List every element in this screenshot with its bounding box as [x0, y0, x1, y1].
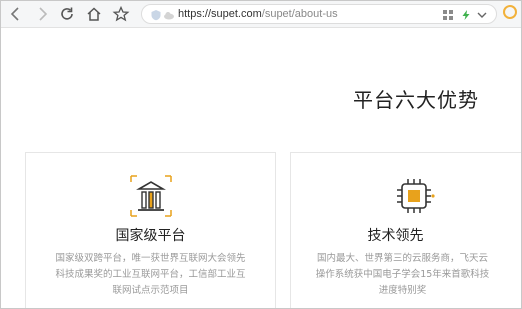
reload-icon[interactable]	[58, 5, 76, 23]
address-bar[interactable]: https://supet.com/supet/about-us	[141, 4, 497, 24]
star-icon[interactable]	[112, 5, 130, 23]
chip-icon	[391, 173, 437, 219]
card-tech-leading: 技术领先 国内最大、世界第三的云服务商，飞天云操作系统获中国电子学会15年来首歌…	[290, 152, 521, 308]
section-title: 平台六大优势	[353, 88, 479, 112]
card-title: 国家级平台	[115, 228, 186, 244]
bank-building-icon	[128, 173, 174, 219]
card-description: 国家级双跨平台，唯一获世界互联网大会领先科技成果奖的工业互联网平台，工信部工业互…	[55, 253, 246, 296]
lightning-icon[interactable]	[460, 9, 472, 21]
back-arrow-icon[interactable]	[7, 5, 25, 23]
extension-icon[interactable]	[503, 5, 517, 19]
grid-icon[interactable]	[442, 9, 454, 21]
browser-toolbar: https://supet.com/supet/about-us	[1, 1, 521, 28]
forward-arrow-icon[interactable]	[33, 5, 51, 23]
shield-icon	[150, 9, 162, 21]
about-us-page: 平台六大优势 国家级平台 国家级双跨平台，唯一获世界互联网大会领先科技成果奖的工…	[1, 28, 521, 308]
url-text[interactable]: https://supet.com/supet/about-us	[178, 7, 338, 21]
card-title: 技术领先	[367, 228, 424, 244]
home-icon[interactable]	[85, 5, 103, 23]
card-national-platform: 国家级平台 国家级双跨平台，唯一获世界互联网大会领先科技成果奖的工业互联网平台，…	[25, 152, 276, 308]
cloud-icon	[163, 9, 175, 21]
url-host: https://supet.com	[178, 8, 262, 20]
url-path: /supet/about-us	[261, 8, 338, 20]
chevron-down-icon[interactable]	[476, 9, 488, 21]
browser-window: https://supet.com/supet/about-us 平台六大优势	[0, 0, 522, 309]
card-description: 国内最大、世界第三的云服务商，飞天云操作系统获中国电子学会15年来首歌科技进度特…	[315, 253, 490, 296]
